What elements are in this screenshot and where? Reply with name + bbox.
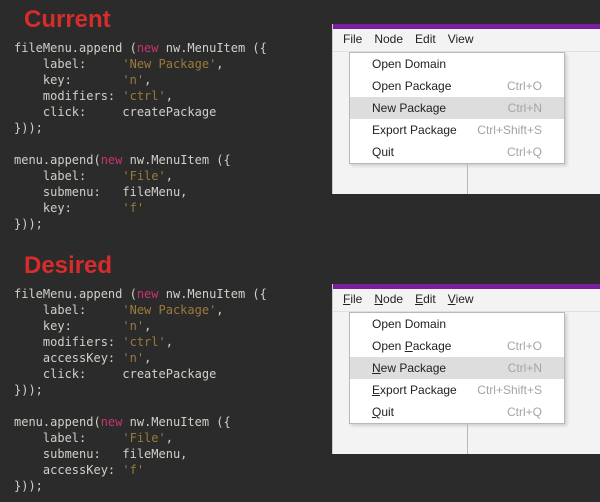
menu-view[interactable]: View	[448, 292, 474, 306]
menu-item-export-package[interactable]: Export PackageCtrl+Shift+S	[350, 119, 564, 141]
menu-item-open-domain[interactable]: Open Domain	[350, 53, 564, 75]
menu-item-new-package[interactable]: New PackageCtrl+N	[350, 97, 564, 119]
menu-item-open-package[interactable]: Open PackageCtrl+O	[350, 335, 564, 357]
code-desired-1: fileMenu.append (new nw.MenuItem ({ labe…	[0, 286, 332, 500]
menubar: File Node Edit View	[333, 29, 600, 52]
menu-item-quit[interactable]: QuitCtrl+Q	[350, 141, 564, 163]
menu-file[interactable]: File	[343, 292, 362, 306]
menu-edit[interactable]: Edit	[415, 32, 436, 46]
heading-current: Current	[0, 0, 332, 40]
menu-file[interactable]: File	[343, 32, 362, 46]
menu-view[interactable]: View	[448, 32, 474, 46]
menu-node[interactable]: Node	[374, 292, 403, 306]
menu-node[interactable]: Node	[374, 32, 403, 46]
menu-item-open-package[interactable]: Open PackageCtrl+O	[350, 75, 564, 97]
ui-mock-current: File Node Edit View Open Domain Open Pac…	[332, 24, 600, 194]
ui-mock-desired: File Node Edit View Open Domain Open Pac…	[332, 284, 600, 454]
menu-item-quit[interactable]: QuitCtrl+Q	[350, 401, 564, 423]
heading-desired: Desired	[0, 246, 332, 286]
menu-item-open-domain[interactable]: Open Domain	[350, 313, 564, 335]
menu-item-new-package[interactable]: New PackageCtrl+N	[350, 357, 564, 379]
dropdown-file: Open Domain Open PackageCtrl+O New Packa…	[349, 312, 565, 424]
menubar: File Node Edit View	[333, 289, 600, 312]
dropdown-file: Open Domain Open PackageCtrl+O New Packa…	[349, 52, 565, 164]
menu-item-export-package[interactable]: Export PackageCtrl+Shift+S	[350, 379, 564, 401]
stem-line	[467, 424, 468, 454]
menu-edit[interactable]: Edit	[415, 292, 436, 306]
stem-line	[467, 164, 468, 194]
code-current-1: fileMenu.append (new nw.MenuItem ({ labe…	[0, 40, 332, 238]
